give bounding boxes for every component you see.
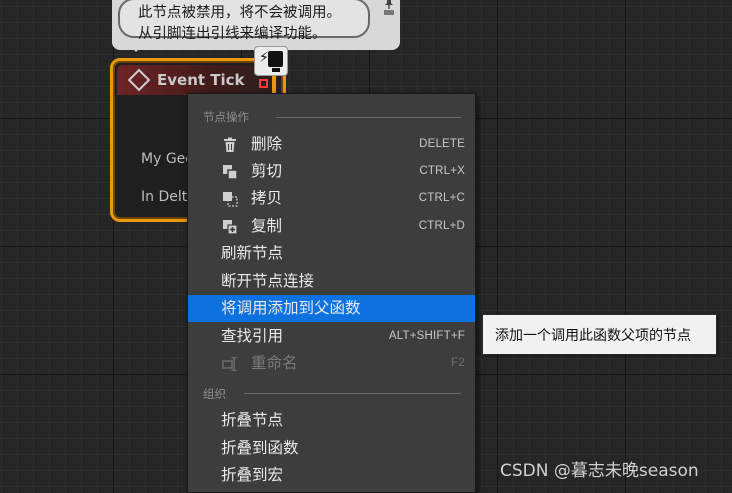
menu-item-label: 折叠节点 (221, 411, 284, 429)
duplicate-icon (223, 220, 238, 235)
node-pin-my-geometry[interactable]: My Geo (141, 151, 194, 167)
shortcut-label: ALT+SHIFT+F (388, 330, 465, 342)
menu-item-collapse-to-function[interactable]: 折叠到函数 (188, 435, 475, 462)
menu-item-label: 断开节点连接 (221, 272, 315, 290)
node-pin-in-delta[interactable]: In Delt (141, 189, 187, 205)
section-node-actions: 节点操作 (203, 110, 249, 124)
pin-comment-icon[interactable] (382, 0, 396, 16)
menu-item-delete[interactable]: 删除 DELETE (188, 131, 475, 158)
menu-item-rename: 重命名 F2 (188, 350, 475, 377)
cut-icon (223, 165, 238, 180)
section-organize: 组织 (203, 387, 226, 401)
menu-item-label: 复制 (251, 217, 283, 235)
menu-item-label: 剪切 (251, 162, 283, 180)
trash-icon (224, 137, 236, 152)
menu-item-label: 刷新节点 (221, 244, 284, 262)
monitor-icon (268, 51, 283, 67)
menu-item-duplicate[interactable]: 复制 CTRL+D (188, 213, 475, 240)
disabled-node-bubble: 此节点被禁用，将不会被调用。 从引脚连出引线来编译功能。 (112, 0, 400, 52)
menu-item-label: 折叠到函数 (221, 439, 299, 457)
context-menu: 节点操作 删除 DELETE 剪切 CTRL+X 拷贝 CTRL+C 复制 CT… (187, 93, 476, 493)
bubble-frame: 此节点被禁用，将不会被调用。 从引脚连出引线来编译功能。 (118, 0, 370, 42)
section-divider (244, 393, 461, 394)
tooltip-text: 添加一个调用此函数父项的节点 (495, 328, 691, 344)
menu-item-break-links[interactable]: 断开节点连接 (188, 268, 475, 295)
menu-item-label: 重命名 (251, 354, 298, 372)
menu-item-label: 折叠到宏 (221, 466, 284, 484)
bubble-line-1: 此节点被禁用，将不会被调用。 (138, 5, 341, 21)
menu-item-label: 拷贝 (251, 189, 283, 207)
menu-tooltip: 添加一个调用此函数父项的节点 (482, 314, 717, 355)
menu-item-label: 将调用添加到父函数 (221, 299, 361, 317)
exec-output-pin[interactable] (259, 79, 268, 88)
disabled-warning-icon: ⚡ (254, 46, 288, 76)
bubble-tail (127, 42, 145, 52)
watermark: CSDN @暮志未晚season (500, 461, 699, 481)
menu-item-refresh-node[interactable]: 刷新节点 (188, 240, 475, 267)
section-divider (276, 117, 461, 118)
bubble-text: 此节点被禁用，将不会被调用。 从引脚连出引线来编译功能。 (138, 3, 341, 45)
shortcut-label: CTRL+X (419, 165, 465, 177)
copy-icon (223, 192, 238, 207)
shortcut-label: CTRL+C (418, 192, 465, 204)
menu-item-collapse-to-macro[interactable]: 折叠到宏 (188, 462, 475, 489)
menu-item-label: 删除 (251, 135, 283, 153)
shortcut-label: DELETE (419, 138, 465, 150)
menu-item-add-call-to-parent[interactable]: 将调用添加到父函数 (188, 295, 475, 322)
menu-item-copy[interactable]: 拷贝 CTRL+C (188, 185, 475, 212)
rename-icon (222, 357, 237, 371)
menu-item-label: 查找引用 (221, 327, 284, 345)
bubble-line-2: 从引脚连出引线来编译功能。 (138, 26, 327, 42)
node-title: Event Tick (157, 71, 245, 89)
shortcut-label: CTRL+D (418, 220, 465, 232)
shortcut-label: F2 (451, 357, 465, 369)
menu-item-find-references[interactable]: 查找引用 ALT+SHIFT+F (188, 323, 475, 350)
menu-item-collapse-nodes[interactable]: 折叠节点 (188, 407, 475, 434)
event-diamond-icon (127, 68, 151, 92)
menu-item-cut[interactable]: 剪切 CTRL+X (188, 158, 475, 185)
